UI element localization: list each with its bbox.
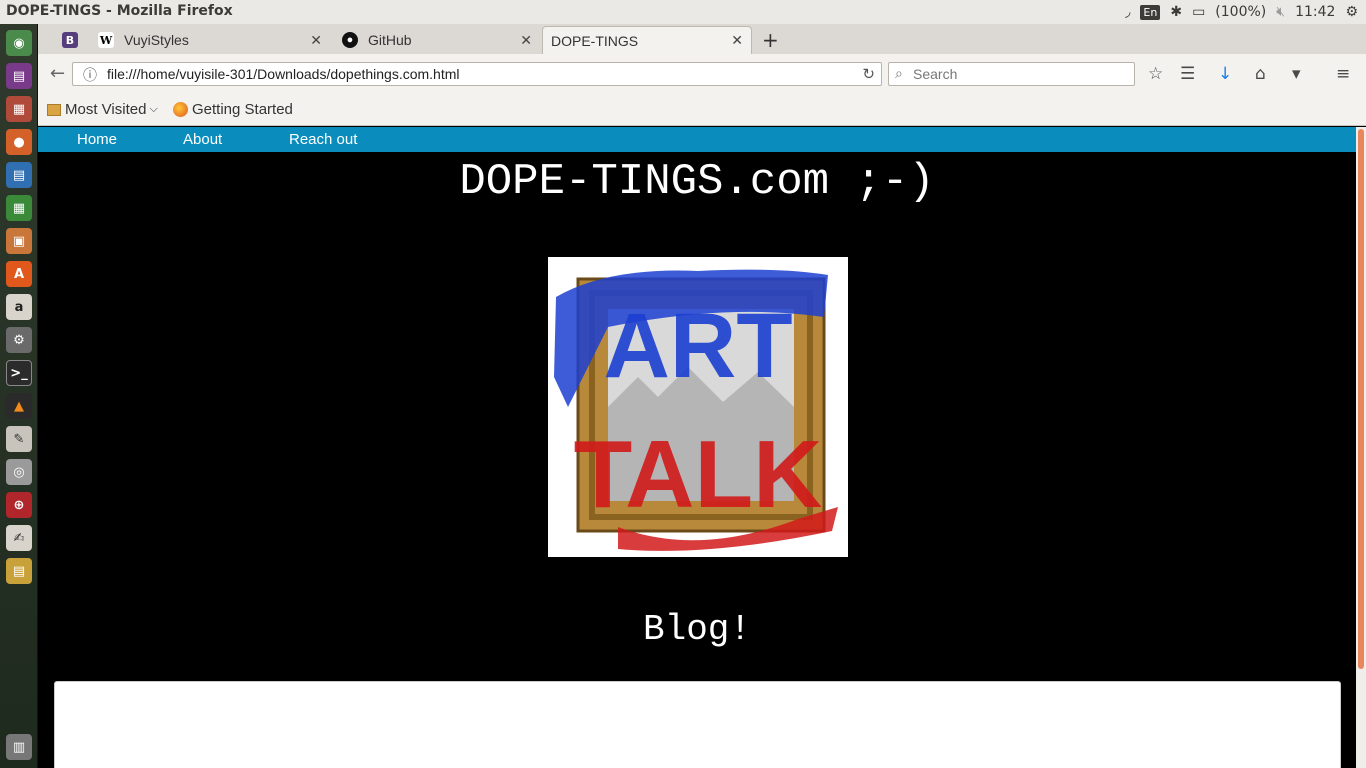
close-tab-icon[interactable]: ✕ bbox=[731, 32, 743, 49]
trash-icon[interactable]: ▥ bbox=[6, 734, 32, 760]
text-editor-icon[interactable]: ✎ bbox=[6, 426, 32, 452]
tab-label: VuyiStyles bbox=[124, 32, 189, 48]
site-title: DOPE-TINGS.com ;-) bbox=[459, 157, 935, 207]
firefox-icon[interactable]: ● bbox=[6, 129, 32, 155]
software-center-icon[interactable]: A bbox=[6, 261, 32, 287]
media-player-icon[interactable]: ▤ bbox=[6, 63, 32, 89]
calc-icon[interactable]: ▦ bbox=[6, 195, 32, 221]
search-placeholder: Search bbox=[913, 66, 958, 82]
launcher: ◉ ▤ ▦ ● ▤ ▦ ▣ A a ⚙ >_ ▲ ✎ ◎ ⊕ ✍ ▤ ▥ bbox=[0, 24, 38, 768]
impress-icon[interactable]: ▣ bbox=[6, 228, 32, 254]
url-bar[interactable]: ⓘ file:///home/vuyisile-301/Downloads/do… bbox=[72, 62, 882, 86]
hamburger-menu-icon[interactable]: ≡ bbox=[1336, 64, 1350, 84]
network-app-icon[interactable]: ⊕ bbox=[6, 492, 32, 518]
tab-dope-tings[interactable]: DOPE-TINGS ✕ bbox=[542, 26, 752, 54]
wifi-icon[interactable]: ◞ bbox=[1125, 4, 1130, 20]
tab-label: GitHub bbox=[368, 32, 412, 48]
system-top-bar: DOPE-TINGS - Mozilla Firefox ◞ En ✱ ▭ (1… bbox=[0, 0, 1366, 24]
scrollbar-thumb[interactable] bbox=[1358, 129, 1364, 669]
site-nav: Home About Reach out bbox=[38, 127, 1356, 152]
nav-link-about[interactable]: About bbox=[183, 131, 222, 148]
close-tab-icon[interactable]: ✕ bbox=[310, 32, 322, 49]
tab-vuyistyles[interactable]: W VuyiStyles ✕ bbox=[90, 26, 330, 54]
folder-icon bbox=[47, 103, 61, 116]
vlc-icon[interactable]: ▲ bbox=[6, 393, 32, 419]
blog-heading: Blog! bbox=[642, 609, 752, 650]
terminal-icon[interactable]: >_ bbox=[6, 360, 32, 386]
bootstrap-pinned-icon[interactable]: B bbox=[62, 32, 78, 48]
system-tray: ◞ En ✱ ▭ (100%) 🔇︎ 11:42 ⚙ bbox=[1125, 2, 1358, 22]
close-tab-icon[interactable]: ✕ bbox=[520, 32, 532, 49]
dash-icon[interactable]: ◉ bbox=[6, 30, 32, 56]
system-settings-icon[interactable]: ⚙ bbox=[6, 327, 32, 353]
search-input[interactable]: ⌕ Search bbox=[888, 62, 1135, 86]
logo-word-talk: TALK bbox=[574, 421, 823, 528]
github-icon: ● bbox=[342, 32, 358, 48]
file-archive-icon[interactable]: ▦ bbox=[6, 96, 32, 122]
tab-strip: B W VuyiStyles ✕ ● GitHub ✕ DOPE-TINGS ✕… bbox=[38, 24, 1366, 54]
bookmarks-toolbar: Most Visited ⌵ Getting Started bbox=[38, 94, 1366, 126]
wikipedia-icon: W bbox=[98, 32, 114, 48]
nav-link-reach-out[interactable]: Reach out bbox=[289, 131, 357, 148]
bookmark-label: Getting Started bbox=[192, 101, 293, 118]
notes-icon[interactable]: ✍ bbox=[6, 525, 32, 551]
amazon-icon[interactable]: a bbox=[6, 294, 32, 320]
settings-gear-icon[interactable]: ⚙ bbox=[1345, 4, 1358, 20]
reading-list-icon[interactable]: ☰ bbox=[1180, 64, 1195, 84]
tab-github[interactable]: ● GitHub ✕ bbox=[338, 26, 540, 54]
back-arrow-icon[interactable]: ← bbox=[50, 63, 65, 84]
window-title: DOPE-TINGS - Mozilla Firefox bbox=[6, 3, 233, 19]
new-tab-plus-icon[interactable]: + bbox=[762, 28, 779, 52]
keyboard-layout-indicator[interactable]: En bbox=[1140, 4, 1161, 20]
page-content: Home About Reach out DOPE-TINGS.com ;-) … bbox=[38, 127, 1356, 768]
navigation-toolbar: ← ⓘ file:///home/vuyisile-301/Downloads/… bbox=[38, 54, 1366, 94]
url-text: file:///home/vuyisile-301/Downloads/dope… bbox=[107, 66, 460, 82]
chevron-down-icon: ⌵ bbox=[149, 103, 158, 115]
reload-icon[interactable]: ↻ bbox=[862, 65, 875, 83]
bookmark-label: Most Visited bbox=[65, 101, 147, 118]
downloads-arrow-icon[interactable]: ↓ bbox=[1218, 64, 1232, 84]
pocket-icon[interactable]: ▾ bbox=[1292, 64, 1301, 84]
nav-link-home[interactable]: Home bbox=[77, 131, 117, 148]
art-talk-logo-graphic: ART TALK bbox=[548, 257, 848, 557]
clock[interactable]: 11:42 bbox=[1295, 4, 1335, 20]
writer-icon[interactable]: ▤ bbox=[6, 162, 32, 188]
blog-content-panel bbox=[54, 681, 1341, 768]
battery-icon[interactable]: ▭ bbox=[1192, 4, 1205, 20]
site-info-icon[interactable]: ⓘ bbox=[83, 65, 97, 85]
firefox-icon bbox=[173, 102, 188, 117]
bookmark-getting-started[interactable]: Getting Started bbox=[173, 101, 293, 118]
battery-level: (100%) bbox=[1215, 4, 1267, 20]
bluetooth-icon[interactable]: ✱ bbox=[1170, 4, 1182, 20]
bookmark-most-visited[interactable]: Most Visited ⌵ bbox=[47, 101, 158, 118]
bookmark-star-icon[interactable]: ☆ bbox=[1148, 64, 1163, 84]
page-scrollbar[interactable] bbox=[1356, 127, 1366, 768]
camera-icon[interactable]: ◎ bbox=[6, 459, 32, 485]
archive-manager-icon[interactable]: ▤ bbox=[6, 558, 32, 584]
tab-label: DOPE-TINGS bbox=[551, 32, 639, 49]
art-talk-logo: ART TALK bbox=[548, 257, 848, 557]
logo-word-art: ART bbox=[603, 295, 792, 397]
search-icon: ⌕ bbox=[895, 65, 903, 81]
volume-muted-icon[interactable]: 🔇︎ bbox=[1276, 4, 1285, 20]
home-icon[interactable]: ⌂ bbox=[1255, 64, 1266, 84]
